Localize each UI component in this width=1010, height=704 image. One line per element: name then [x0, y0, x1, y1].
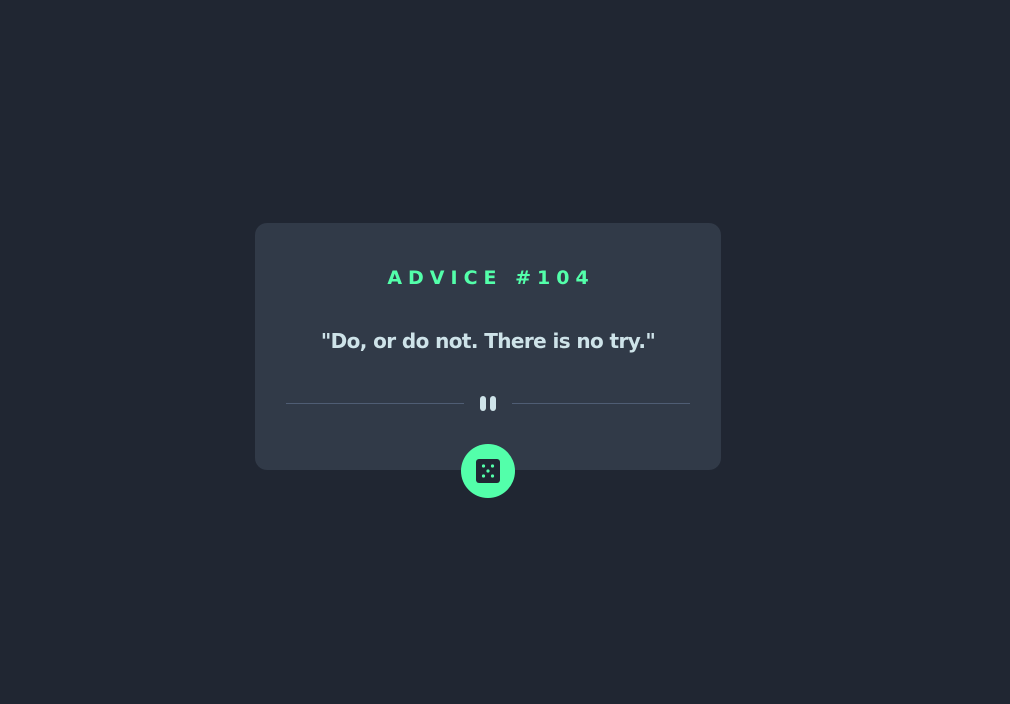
- divider-line-left: [286, 403, 464, 404]
- advice-quote: "Do, or do not. There is no try.": [320, 329, 656, 353]
- advice-card: ADVICE #104 "Do, or do not. There is no …: [255, 223, 721, 470]
- dice-icon: [476, 459, 500, 483]
- page-background: ADVICE #104 "Do, or do not. There is no …: [0, 0, 1010, 704]
- generate-advice-button[interactable]: [461, 444, 515, 498]
- advice-id-label: ADVICE #104: [387, 267, 595, 289]
- pattern-divider: [286, 394, 690, 414]
- divider-line-right: [512, 403, 690, 404]
- pause-icon: [478, 396, 498, 411]
